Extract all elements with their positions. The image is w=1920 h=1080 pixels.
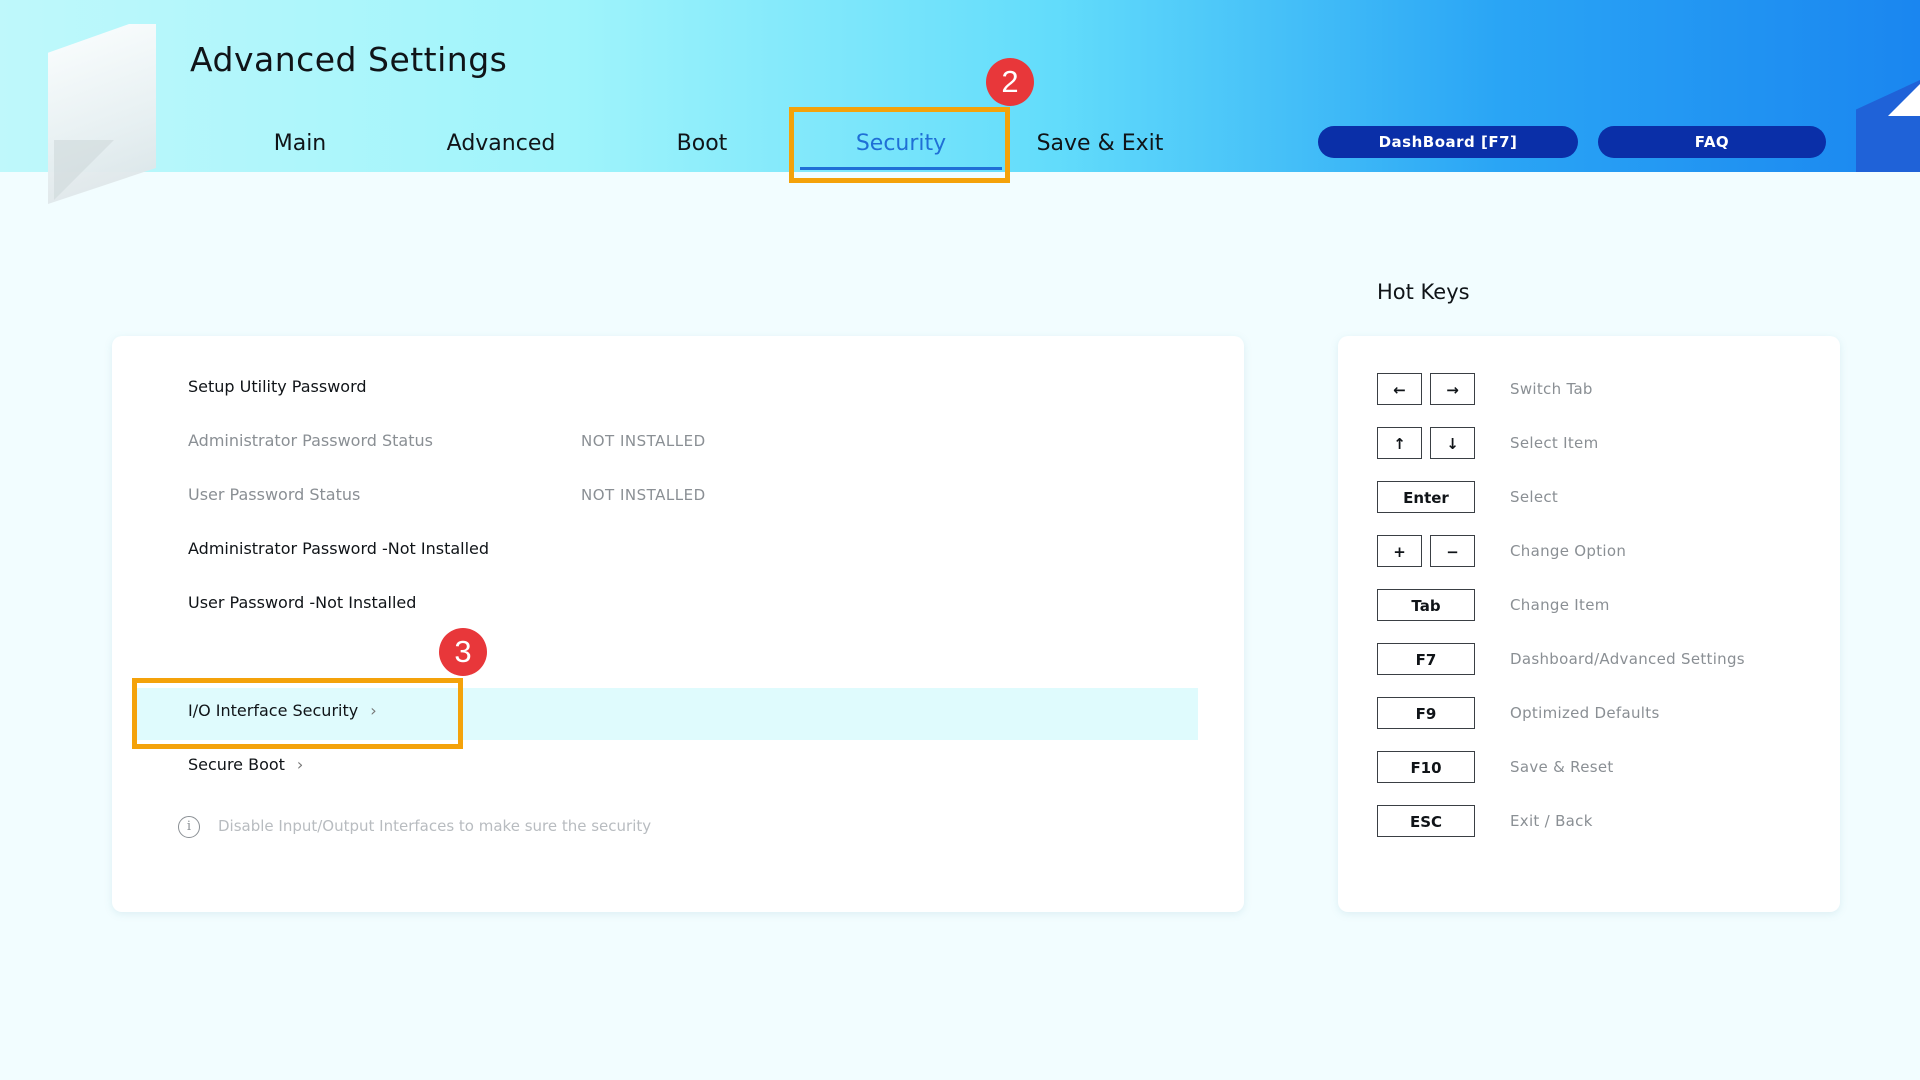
user-password-status-label: User Password Status — [188, 485, 361, 504]
secure-boot-label: Secure Boot — [188, 755, 285, 774]
user-password-status-value: NOT INSTALLED — [581, 486, 706, 504]
hotkey-desc-switch-tab: Switch Tab — [1510, 380, 1593, 398]
hotkey-desc-change-item: Change Item — [1510, 596, 1610, 614]
key-enter: Enter — [1377, 481, 1475, 513]
key-right-arrow: → — [1430, 373, 1475, 405]
hotkey-desc-dashboard: Dashboard/Advanced Settings — [1510, 650, 1745, 668]
key-esc: ESC — [1377, 805, 1475, 837]
hotkey-desc-change-option: Change Option — [1510, 542, 1627, 560]
hotkey-desc-exit-back: Exit / Back — [1510, 812, 1593, 830]
tab-main[interactable]: Main — [250, 124, 350, 164]
key-up-arrow: ↑ — [1377, 427, 1422, 459]
key-f10: F10 — [1377, 751, 1475, 783]
hotkey-desc-select-item: Select Item — [1510, 434, 1599, 452]
hotkey-desc-save-reset: Save & Reset — [1510, 758, 1614, 776]
admin-password-status-label: Administrator Password Status — [188, 431, 433, 450]
tab-save-exit[interactable]: Save & Exit — [1030, 124, 1170, 164]
step-2-badge: 2 — [986, 58, 1034, 106]
hotkey-desc-select: Select — [1510, 488, 1559, 506]
setup-password-heading: Setup Utility Password — [188, 377, 367, 396]
tab-bar: Main Advanced Boot Security Save & Exit — [0, 124, 1200, 170]
admin-password-status-value: NOT INSTALLED — [581, 432, 706, 450]
admin-password-item[interactable]: Administrator Password -Not Installed — [188, 538, 489, 560]
key-left-arrow: ← — [1377, 373, 1422, 405]
io-security-highlight — [132, 678, 463, 749]
key-f7: F7 — [1377, 643, 1475, 675]
info-circle-icon: i — [178, 815, 200, 838]
faq-button[interactable]: FAQ — [1598, 126, 1826, 158]
dashboard-button[interactable]: DashBoard [F7] — [1318, 126, 1578, 158]
key-tab: Tab — [1377, 589, 1475, 621]
tab-boot[interactable]: Boot — [660, 124, 744, 164]
key-minus: − — [1430, 535, 1475, 567]
chevron-right-icon: › — [296, 755, 304, 774]
key-plus: + — [1377, 535, 1422, 567]
step-3-badge: 3 — [439, 628, 487, 676]
hotkeys-title: Hot Keys — [1377, 280, 1470, 304]
info-message: i Disable Input/Output Interfaces to make… — [178, 814, 651, 838]
user-password-item[interactable]: User Password -Not Installed — [188, 592, 416, 614]
tab-advanced[interactable]: Advanced — [440, 124, 562, 164]
page-title: Advanced Settings — [190, 40, 508, 79]
secure-boot-item[interactable]: Secure Boot › — [188, 754, 303, 776]
security-tab-highlight — [789, 107, 1010, 183]
info-text: Disable Input/Output Interfaces to make … — [218, 817, 652, 835]
key-f9: F9 — [1377, 697, 1475, 729]
hotkey-desc-optimized-defaults: Optimized Defaults — [1510, 704, 1660, 722]
key-down-arrow: ↓ — [1430, 427, 1475, 459]
